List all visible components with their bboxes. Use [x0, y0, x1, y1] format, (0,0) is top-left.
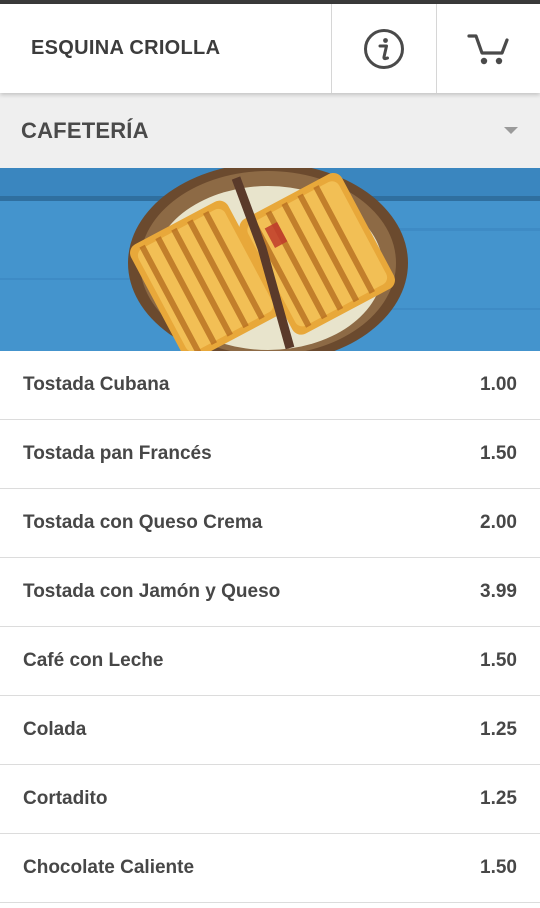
category-banner-image — [0, 168, 540, 351]
item-price: 1.25 — [480, 788, 517, 809]
list-item[interactable]: Café con Leche 1.50 — [0, 627, 540, 696]
item-price: 2.00 — [480, 512, 517, 533]
item-name: Tostada con Jamón y Queso — [23, 581, 281, 602]
item-price: 1.50 — [480, 443, 517, 464]
dropdown-caret-icon — [504, 127, 518, 134]
cart-button[interactable] — [436, 4, 540, 93]
item-name: Tostada con Queso Crema — [23, 512, 263, 533]
item-price: 1.00 — [480, 374, 517, 395]
item-price: 1.50 — [480, 857, 517, 878]
list-item[interactable]: Tostada con Queso Crema 2.00 — [0, 489, 540, 558]
category-label: CAFETERÍA — [21, 117, 149, 143]
item-name: Tostada Cubana — [23, 374, 170, 395]
category-dropdown[interactable]: CAFETERÍA — [0, 93, 540, 168]
list-item[interactable]: Tostada con Jamón y Queso 3.99 — [0, 558, 540, 627]
app-title: ESQUINA CRIOLLA — [31, 37, 221, 59]
info-button[interactable] — [331, 4, 436, 93]
app-header: ESQUINA CRIOLLA — [0, 4, 540, 93]
item-price: 1.25 — [480, 719, 517, 740]
item-price: 3.99 — [480, 581, 517, 602]
item-name: Colada — [23, 719, 87, 740]
list-item[interactable]: Chocolate Caliente 1.50 — [0, 834, 540, 903]
item-price: 1.50 — [480, 650, 517, 671]
menu-list: Tostada Cubana 1.00 Tostada pan Francés … — [0, 351, 540, 903]
item-name: Cortadito — [23, 788, 108, 809]
list-item[interactable]: Tostada pan Francés 1.50 — [0, 420, 540, 489]
item-name: Tostada pan Francés — [23, 443, 212, 464]
list-item[interactable]: Tostada Cubana 1.00 — [0, 351, 540, 420]
cart-icon — [466, 33, 509, 64]
item-name: Café con Leche — [23, 650, 164, 671]
info-icon — [364, 28, 404, 69]
list-item[interactable]: Cortadito 1.25 — [0, 765, 540, 834]
item-name: Chocolate Caliente — [23, 857, 195, 878]
list-item[interactable]: Colada 1.25 — [0, 696, 540, 765]
